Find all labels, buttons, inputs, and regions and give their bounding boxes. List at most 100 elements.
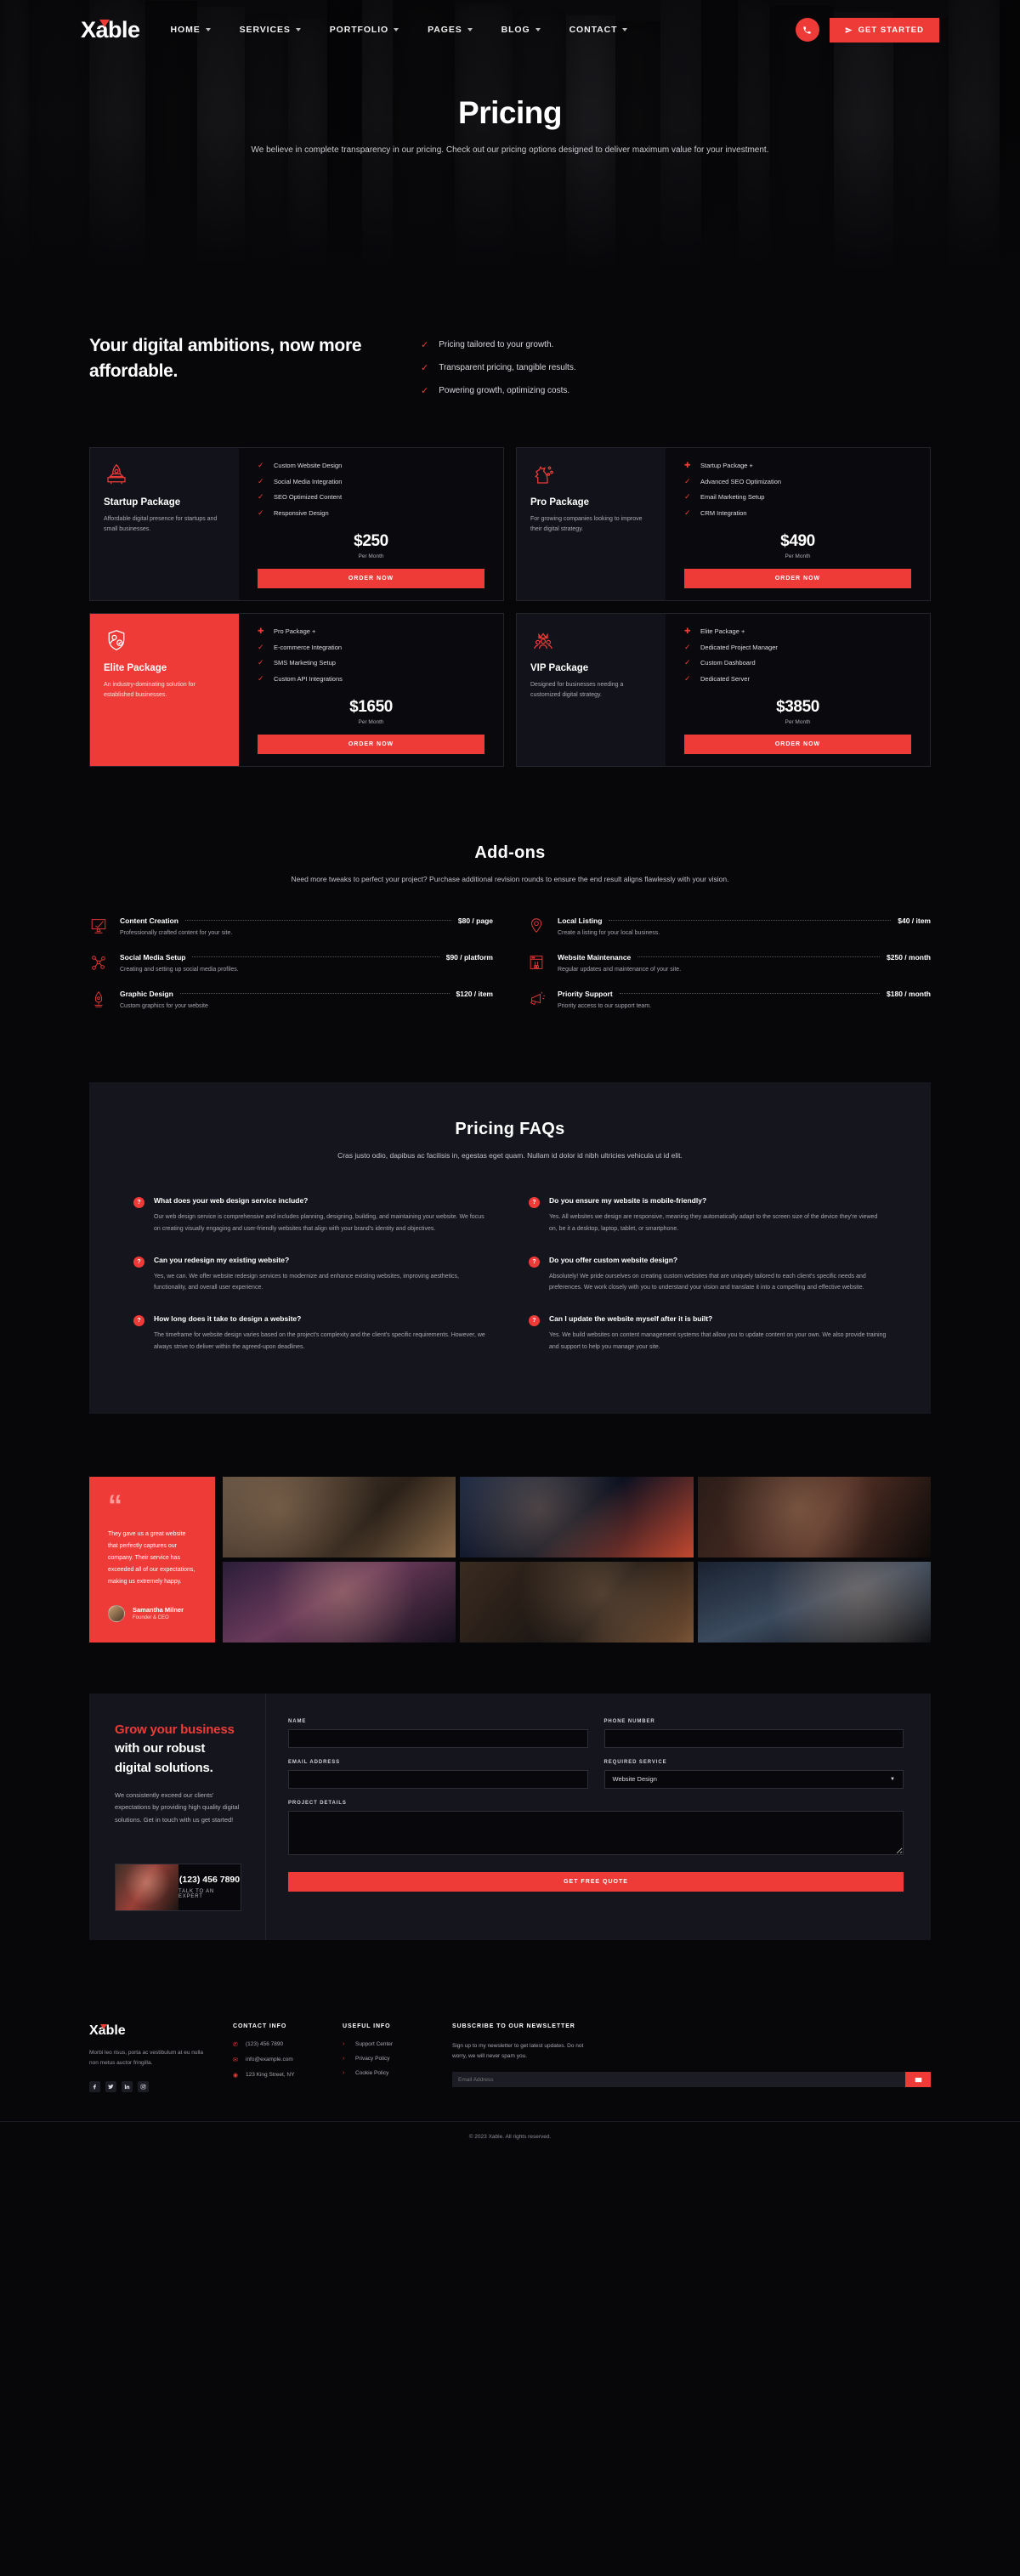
facebook-icon (92, 2079, 98, 2094)
pricing-cards-grid: Startup Package Affordable digital presen… (0, 408, 1020, 767)
nav-item-blog[interactable]: BLOG (502, 25, 541, 35)
talk-to-expert-card[interactable]: (123) 456 7890 TALK TO AN EXPERT (115, 1863, 241, 1911)
newsletter-email-input[interactable] (452, 2072, 905, 2088)
gallery-image (223, 1561, 456, 1643)
feature-item: ✚ Startup Package + (666, 461, 930, 470)
chevron-right-icon: › (343, 2040, 345, 2047)
pricing-card: Elite Package An industry-dominating solu… (89, 613, 504, 767)
useful-link[interactable]: › Cookie Policy (343, 2070, 423, 2076)
page-root: Xable HOME SERVICES PORTFOLIO PAGES BLOG CONT… (0, 0, 1020, 2155)
social-link-facebook[interactable] (89, 2079, 100, 2094)
faq-item[interactable]: ? Can I update the website myself after i… (529, 1314, 887, 1353)
order-now-button[interactable]: ORDER NOW (258, 735, 484, 754)
nav-item-label: SERVICES (239, 25, 291, 35)
faq-question: What does your web design service includ… (154, 1196, 309, 1206)
newsletter-form (452, 2072, 931, 2088)
contact-cta-section: Grow your business with our robust digit… (89, 1693, 931, 1940)
addon-price: $40 / item (898, 916, 931, 925)
faq-item[interactable]: ? Can you redesign my existing website? Ye… (133, 1256, 491, 1294)
faq-answer: Yes, we can. We offer website redesign s… (154, 1273, 460, 1291)
social-link-linkedin[interactable] (122, 2080, 133, 2092)
dotted-leader (179, 992, 450, 994)
faq-grid: ? What does your web design service inclu… (133, 1196, 887, 1373)
feature-item: ✓ Dedicated Server (666, 674, 930, 684)
feature-item: ✓ Advanced SEO Optimization (666, 477, 930, 486)
phone-icon-button[interactable] (795, 18, 819, 42)
check-icon: ✓ (684, 492, 691, 501)
question-mark-icon: ? (133, 1315, 144, 1326)
order-now-button[interactable]: ORDER NOW (684, 569, 911, 588)
testimonial-text: They gave us a great website that perfec… (108, 1530, 196, 1585)
package-period: Per Month (785, 553, 811, 559)
footer: Xable Morbi leo risus, porta ac vestibul… (0, 1991, 1020, 2092)
testimonial-gallery (223, 1477, 931, 1643)
faq-subtitle: Cras justo odio, dapibus ac facilisis in… (337, 1150, 683, 1160)
order-now-button[interactable]: ORDER NOW (684, 735, 911, 754)
envelope-icon: ✉ (233, 2057, 238, 2063)
map-pin-icon: ◉ (233, 2072, 239, 2079)
feature-item: ✓ CRM Integration (666, 508, 930, 518)
order-now-button[interactable]: ORDER NOW (258, 569, 484, 588)
phone-icon (803, 26, 811, 34)
faq-answer: Yes. We build websites on content manage… (549, 1332, 887, 1350)
contact-info-item[interactable]: ✉ info@example.com (233, 2057, 314, 2063)
footer-contact-column: CONTACT INFO ✆ (123) 456 7890 ✉ info@exampl… (233, 2023, 314, 2092)
service-field-group: REQUIRED SERVICE Website Design ▼ (604, 1760, 904, 1789)
question-mark-icon: ? (529, 1197, 540, 1209)
feature-label: Dedicated Server (700, 674, 750, 683)
contact-info-item[interactable]: ✆ (123) 456 7890 (233, 2041, 314, 2048)
footer-logo-triangle-icon (100, 2023, 107, 2029)
gallery-image (697, 1561, 931, 1643)
contact-info-text: info@example.com (246, 2057, 293, 2063)
faq-answer: Our web design service is comprehensive … (154, 1214, 484, 1233)
faq-body: Can I update the website myself after it… (549, 1314, 887, 1353)
envelope-icon (915, 2077, 921, 2082)
email-input[interactable] (288, 1769, 588, 1789)
contact-info-list: ✆ (123) 456 7890 ✉ info@example.com ◉ 123 Kin… (233, 2041, 314, 2079)
service-select[interactable]: Website Design ▼ (604, 1769, 904, 1789)
pricing-card-left: Startup Package Affordable digital presen… (90, 448, 239, 600)
useful-link[interactable]: › Privacy Policy (343, 2056, 423, 2062)
faq-item[interactable]: ? Do you ensure my website is mobile-frie… (529, 1196, 887, 1234)
social-link-instagram[interactable] (138, 2080, 149, 2092)
author-role: Founder & CEO (133, 1615, 169, 1621)
social-link-twitter[interactable] (105, 2080, 116, 2092)
name-input[interactable] (288, 1728, 588, 1748)
package-price-block: $490 Per Month (666, 532, 930, 559)
nav-item-pages[interactable]: PAGES (428, 25, 473, 35)
feature-item: ✓ Dedicated Project Manager (666, 643, 930, 652)
useful-link[interactable]: › Support Center (343, 2041, 423, 2047)
page-title: Pricing (458, 95, 562, 130)
addon-top-row: Website Maintenance $250 / month (558, 953, 931, 962)
footer-logo-x: X (89, 2023, 99, 2038)
ambition-item: ✓ Transparent pricing, tangible results. (421, 362, 576, 373)
footer-logo[interactable]: Xable (89, 2023, 204, 2039)
feature-label: Custom Dashboard (700, 659, 756, 667)
nav-item-home[interactable]: HOME (171, 25, 211, 35)
nav-item-services[interactable]: SERVICES (240, 25, 301, 35)
get-started-button[interactable]: GET STARTED (829, 17, 939, 43)
nav-links: HOME SERVICES PORTFOLIO PAGES BLOG CONTACT (171, 25, 628, 35)
addon-top-row: Content Creation $80 / page (120, 916, 493, 925)
contact-info-item[interactable]: ◉ 123 King Street, NY (233, 2072, 314, 2079)
dotted-leader (638, 956, 881, 957)
question-mark-icon: ? (529, 1315, 540, 1326)
check-icon: ✓ (258, 658, 264, 667)
addon-body: Local Listing $40 / item Create a listing … (558, 916, 931, 936)
nav-item-contact[interactable]: CONTACT (570, 25, 628, 35)
phone-input[interactable] (604, 1728, 904, 1748)
faq-item[interactable]: ? How long does it take to design a websi… (133, 1314, 491, 1353)
pricing-card-right: ✚ Elite Package + ✓ Dedicated Project Manag… (666, 614, 930, 766)
useful-link-label: Support Center (355, 2040, 394, 2047)
get-free-quote-button[interactable]: GET FREE QUOTE (288, 1871, 904, 1892)
faq-item[interactable]: ? Do you offer custom website design? Abso… (529, 1256, 887, 1294)
site-logo[interactable]: Xable (81, 17, 140, 43)
nav-item-portfolio[interactable]: PORTFOLIO (330, 25, 400, 35)
project-details-textarea[interactable] (288, 1810, 904, 1855)
addon-item: Local Listing $40 / item Create a listing … (527, 916, 931, 938)
details-field-group: PROJECT DETAILS (288, 1801, 904, 1859)
ambition-label: Powering growth, optimizing costs. (439, 386, 570, 395)
addon-item: Social Media Setup $90 / platform Creating… (89, 952, 493, 974)
newsletter-submit-button[interactable] (905, 2072, 931, 2088)
faq-item[interactable]: ? What does your web design service inclu… (133, 1196, 491, 1234)
